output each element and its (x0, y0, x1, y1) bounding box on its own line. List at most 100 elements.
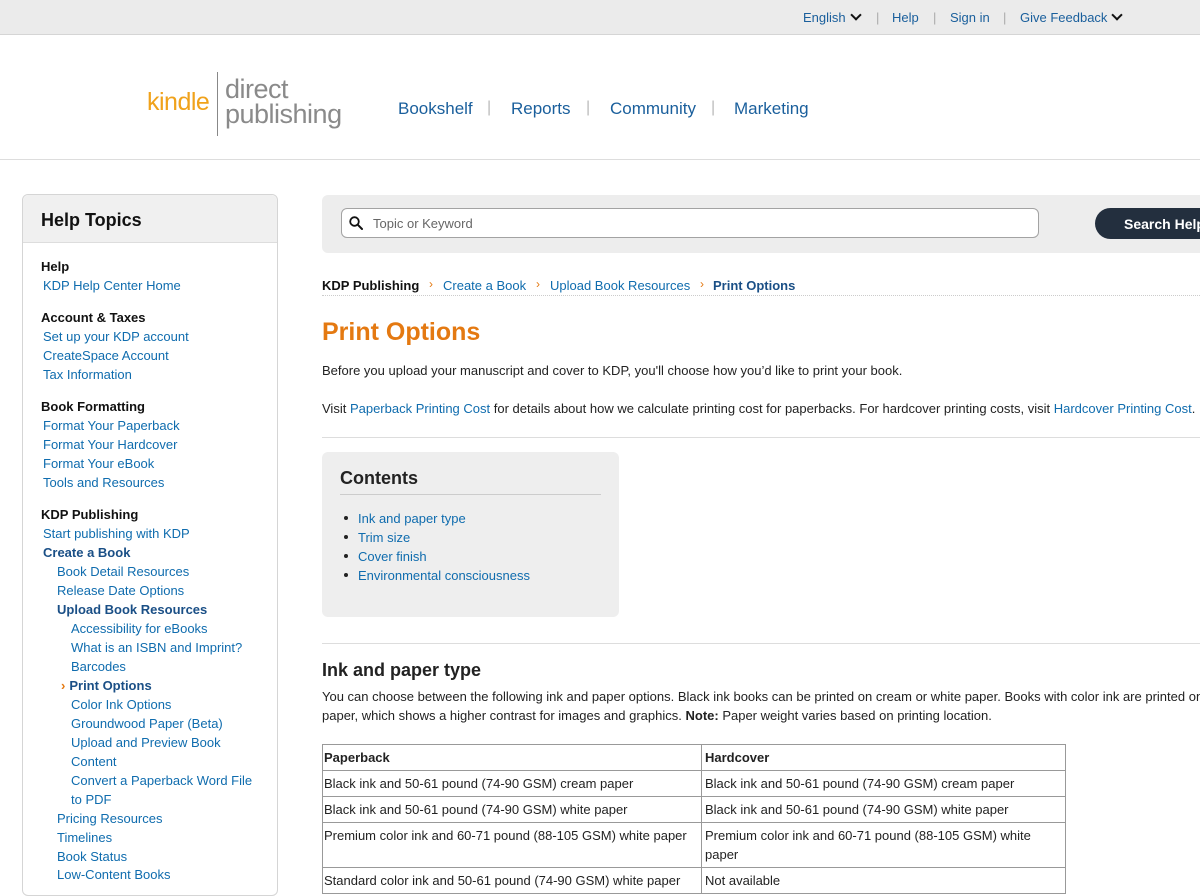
sidebar-item-tax[interactable]: Tax Information (43, 367, 132, 382)
sidebar-item-upload[interactable]: Upload Book Resources (57, 602, 207, 617)
divider: | (1003, 10, 1007, 25)
bullet-icon (344, 516, 348, 520)
sidebar-item-create-book[interactable]: Create a Book (43, 545, 130, 560)
sidebar-group-help: Help (41, 259, 70, 274)
nav-reports[interactable]: Reports (511, 99, 571, 119)
section-text: Paper weight varies based on printing lo… (718, 708, 992, 723)
visit-post: . (1191, 401, 1196, 416)
sidebar-item-setup[interactable]: Set up your KDP account (43, 329, 189, 344)
sidebar-item-pricing[interactable]: Pricing Resources (57, 811, 163, 826)
search-icon (349, 216, 363, 230)
breadcrumb-kdp-publishing[interactable]: KDP Publishing (322, 278, 419, 293)
logo-publishing-text: publishing (225, 99, 342, 129)
ink-paper-table: Paperback Hardcover Black ink and 50-61 … (322, 744, 1066, 894)
sidebar-item-isbn[interactable]: What is an ISBN and Imprint? (71, 640, 242, 655)
breadcrumb-current: Print Options (713, 278, 796, 293)
sidebar-item-format-paperback[interactable]: Format Your Paperback (43, 418, 180, 433)
toc-trim-size[interactable]: Trim size (344, 530, 410, 545)
bullet-icon (344, 573, 348, 577)
nav-marketing[interactable]: Marketing (734, 99, 809, 119)
sidebar-item-label: Print Options (69, 678, 152, 693)
table-cell: Standard color ink and 50-61 pound (74-9… (322, 867, 702, 894)
give-feedback-label: Give Feedback (1020, 10, 1108, 25)
toc-label: Cover finish (358, 549, 427, 564)
help-link[interactable]: Help (892, 10, 919, 25)
divider: | (933, 10, 937, 25)
toc-label: Environmental consciousness (358, 568, 530, 583)
sidebar-item-createspace[interactable]: CreateSpace Account (43, 348, 169, 363)
table-cell: Black ink and 50-61 pound (74-90 GSM) cr… (322, 770, 702, 797)
breadcrumb-divider (322, 295, 1200, 296)
chevron-right-icon: › (700, 277, 704, 291)
sidebar-title: Help Topics (41, 210, 142, 230)
page-title: Print Options (322, 318, 481, 346)
logo-divider (217, 72, 218, 136)
table-cell: Black ink and 50-61 pound (74-90 GSM) cr… (701, 770, 1066, 797)
sidebar-item-tools[interactable]: Tools and Resources (43, 475, 164, 490)
divider: | (876, 10, 880, 25)
table-row: Premium color ink and 60-71 pound (88-10… (322, 822, 1066, 868)
sidebar-group-formatting: Book Formatting (41, 399, 145, 414)
language-label: English (803, 10, 846, 25)
chevron-right-icon: › (536, 277, 540, 291)
toc-label: Ink and paper type (358, 511, 466, 526)
visit-mid: for details about how we calculate print… (490, 401, 1054, 416)
sidebar-item-start[interactable]: Start publishing with KDP (43, 526, 190, 541)
search-input[interactable] (341, 208, 1039, 238)
sidebar-item-help-home[interactable]: KDP Help Center Home (43, 278, 181, 293)
bullet-icon (344, 535, 348, 539)
visit-pre: Visit (322, 401, 350, 416)
sidebar-item-convert-cont[interactable]: to PDF (71, 792, 111, 807)
divider: | (586, 99, 591, 116)
language-selector[interactable]: English (803, 9, 862, 25)
divider (322, 643, 1200, 644)
sidebar-group-publishing: KDP Publishing (41, 507, 139, 522)
sidebar-item-status[interactable]: Book Status (57, 849, 127, 864)
divider (322, 437, 1200, 438)
hardcover-cost-link[interactable]: Hardcover Printing Cost (1054, 401, 1192, 416)
sidebar-item-print-options[interactable]: › Print Options (61, 678, 152, 693)
bullet-icon (344, 554, 348, 558)
site-header: kindle direct publishing Bookshelf | Rep… (0, 35, 1200, 160)
nav-community[interactable]: Community (610, 99, 696, 119)
search-help-button[interactable]: Search Help (1095, 208, 1200, 239)
contents-box: Contents Ink and paper type Trim size Co… (322, 452, 619, 617)
sidebar-item-release[interactable]: Release Date Options (57, 583, 184, 598)
chevron-down-icon (849, 9, 862, 21)
toc-environmental[interactable]: Environmental consciousness (344, 568, 530, 583)
sidebar-item-groundwood[interactable]: Groundwood Paper (Beta) (71, 716, 223, 731)
chevron-down-icon (1111, 9, 1124, 21)
divider: | (487, 99, 492, 116)
table-cell: Black ink and 50-61 pound (74-90 GSM) wh… (322, 796, 702, 823)
sidebar-item-accessibility[interactable]: Accessibility for eBooks (71, 621, 208, 636)
table-header: Paperback (322, 744, 702, 771)
sign-in-link[interactable]: Sign in (950, 10, 990, 25)
sidebar-item-timelines[interactable]: Timelines (57, 830, 112, 845)
breadcrumb-upload-resources[interactable]: Upload Book Resources (550, 278, 690, 293)
table-cell: Not available (701, 867, 1066, 894)
table-row: Black ink and 50-61 pound (74-90 GSM) cr… (322, 770, 1066, 797)
help-topics-sidebar: Help Topics Help KDP Help Center Home Ac… (22, 194, 278, 896)
paperback-cost-link[interactable]: Paperback Printing Cost (350, 401, 490, 416)
give-feedback-menu[interactable]: Give Feedback (1020, 9, 1124, 25)
divider (340, 494, 601, 495)
sidebar-item-detail[interactable]: Book Detail Resources (57, 564, 189, 579)
breadcrumb-create-book[interactable]: Create a Book (443, 278, 526, 293)
nav-bookshelf[interactable]: Bookshelf (398, 99, 473, 119)
table-cell: Black ink and 50-61 pound (74-90 GSM) wh… (701, 796, 1066, 823)
sidebar-item-color-ink[interactable]: Color Ink Options (71, 697, 171, 712)
toc-cover-finish[interactable]: Cover finish (344, 549, 427, 564)
intro-text: Before you upload your manuscript and co… (322, 363, 903, 378)
sidebar-item-convert[interactable]: Convert a Paperback Word File (71, 773, 252, 788)
section-text-line2: paper, which shows a higher contrast for… (322, 708, 992, 723)
section-title: Ink and paper type (322, 660, 482, 680)
logo-kindle-text: kindle (147, 88, 210, 116)
sidebar-item-upload-preview[interactable]: Upload and Preview Book (71, 735, 221, 750)
sidebar-item-format-ebook[interactable]: Format Your eBook (43, 456, 154, 471)
current-caret-icon: › (61, 678, 66, 693)
sidebar-item-format-hardcover[interactable]: Format Your Hardcover (43, 437, 177, 452)
sidebar-item-upload-preview-cont[interactable]: Content (71, 754, 117, 769)
sidebar-item-barcodes[interactable]: Barcodes (71, 659, 126, 674)
toc-ink-paper[interactable]: Ink and paper type (344, 511, 466, 526)
section-text: paper, which shows a higher contrast for… (322, 708, 686, 723)
